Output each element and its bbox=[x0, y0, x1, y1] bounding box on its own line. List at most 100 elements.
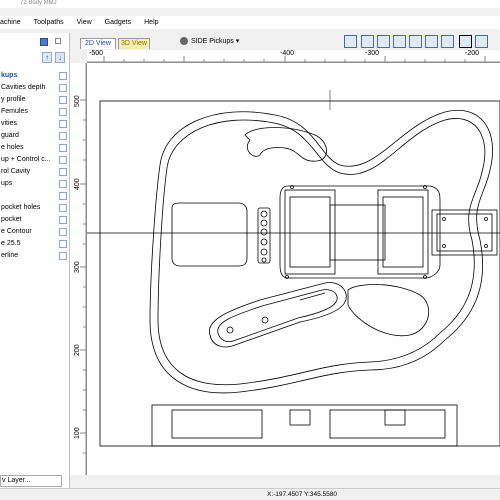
neck-pickup bbox=[289, 196, 331, 268]
layer-label: vities bbox=[1, 120, 17, 127]
layer-visibility-checkbox[interactable] bbox=[59, 132, 67, 140]
knob-holes bbox=[257, 207, 271, 264]
neck-pickup-cavity bbox=[284, 189, 336, 275]
zoom-fit-icon[interactable] bbox=[441, 35, 454, 48]
bridge-pickup bbox=[382, 196, 424, 268]
layer-item[interactable]: pocket holes bbox=[0, 202, 70, 214]
layer-label: guard bbox=[1, 132, 19, 139]
layer-visibility-checkbox[interactable] bbox=[59, 84, 67, 92]
layer-label: ups bbox=[1, 180, 13, 187]
layer-item[interactable]: y profile bbox=[0, 94, 70, 106]
view-selection-dropdown[interactable]: SIDE Pickups ▾ bbox=[180, 36, 239, 48]
layer-item[interactable]: erline bbox=[0, 250, 70, 262]
layer-item[interactable]: Cavities depth bbox=[0, 82, 70, 94]
layer-visibility-checkbox[interactable] bbox=[59, 204, 67, 212]
layer-visibility-checkbox[interactable] bbox=[59, 192, 67, 200]
layer-item[interactable]: kups bbox=[0, 70, 70, 82]
layer-visibility-checkbox[interactable] bbox=[59, 156, 67, 164]
layer-visibility-checkbox[interactable] bbox=[59, 180, 67, 188]
switch-slot bbox=[299, 292, 326, 301]
layer-visibility-checkbox[interactable] bbox=[59, 144, 67, 152]
layer-visibility-checkbox[interactable] bbox=[59, 228, 67, 236]
layer-label: rol Cavity bbox=[1, 168, 31, 175]
layer-label: e holes bbox=[1, 144, 24, 151]
layer-label: Cavities depth bbox=[1, 84, 46, 91]
layer-item[interactable]: guard bbox=[0, 130, 70, 142]
ruler-left: 500 400 300 200 100 bbox=[70, 63, 87, 475]
layer-visibility-checkbox[interactable] bbox=[59, 72, 67, 80]
layer-label: pocket holes bbox=[1, 204, 41, 211]
zoom-in-icon[interactable] bbox=[361, 35, 374, 48]
node-edit-icon[interactable] bbox=[475, 35, 488, 48]
layer-label: e Contour bbox=[1, 228, 32, 235]
ruler-top-label: -400 bbox=[280, 50, 295, 57]
move-layer-down-button[interactable]: ↓ bbox=[55, 52, 65, 63]
layer-label: e 25.5 bbox=[1, 240, 21, 247]
layers-panel-header: ↑ ↓ bbox=[0, 33, 69, 63]
status-bar: X:-197.4507 Y:345.5580 bbox=[0, 488, 500, 500]
layer-item[interactable]: rol Cavity bbox=[0, 166, 70, 178]
view-selection-label: SIDE Pickups bbox=[191, 38, 234, 45]
pin-icon[interactable] bbox=[40, 38, 48, 46]
layer-visibility-checkbox[interactable] bbox=[59, 108, 67, 116]
layer-item[interactable] bbox=[0, 190, 70, 202]
pickup-route bbox=[279, 185, 441, 279]
zoom-selection-icon[interactable] bbox=[425, 35, 438, 48]
zoom-out-icon[interactable] bbox=[377, 35, 390, 48]
layer-visibility-checkbox[interactable] bbox=[59, 240, 67, 248]
pan-icon[interactable] bbox=[393, 35, 406, 48]
layer-item[interactable]: vities bbox=[0, 118, 70, 130]
side-profile bbox=[151, 404, 458, 447]
guitar-body-drawing[interactable] bbox=[87, 63, 500, 475]
tab-2d-view[interactable]: 2D View bbox=[80, 38, 116, 49]
cursor-coordinates: X:-197.4507 Y:345.5580 bbox=[267, 491, 337, 498]
layer-item[interactable]: Femules bbox=[0, 106, 70, 118]
menu-help[interactable]: Help bbox=[138, 19, 165, 26]
layer-visibility-checkbox[interactable] bbox=[59, 96, 67, 104]
ruler-left-label: 500 bbox=[74, 95, 81, 107]
layers-list: kups Cavities depth y profile Femules vi… bbox=[0, 70, 70, 262]
ruler-top-label: -500 bbox=[89, 50, 104, 57]
menu-toolpaths[interactable]: Toolpaths bbox=[28, 19, 71, 26]
layer-item[interactable]: e 25.5 bbox=[0, 238, 70, 250]
body-outline bbox=[149, 110, 493, 394]
layer-label: pocket bbox=[1, 216, 22, 223]
layer-visibility-checkbox[interactable] bbox=[59, 120, 67, 128]
close-panel-icon[interactable] bbox=[55, 38, 61, 44]
select-mode-icon[interactable] bbox=[459, 35, 472, 48]
layer-item[interactable]: ups bbox=[0, 178, 70, 190]
tab-3d-view[interactable]: 3D View bbox=[118, 38, 150, 49]
control-knob-hole bbox=[226, 326, 234, 334]
layer-label: up + Control c... bbox=[1, 156, 51, 163]
lower-cavity bbox=[347, 284, 429, 337]
menu-machine[interactable]: achine bbox=[0, 19, 28, 26]
layer-item[interactable]: pocket bbox=[0, 214, 70, 226]
zoom-extents-icon[interactable] bbox=[409, 35, 422, 48]
layer-item[interactable]: up + Control c... bbox=[0, 154, 70, 166]
layer-visibility-checkbox[interactable] bbox=[59, 216, 67, 224]
drawing-canvas[interactable] bbox=[87, 63, 500, 475]
middle-rout bbox=[329, 204, 386, 261]
control-plate bbox=[209, 282, 347, 348]
menu-gadgets[interactable]: Gadgets bbox=[99, 19, 138, 26]
ruler-left-label: 200 bbox=[74, 344, 81, 356]
window-title: 72 Body MMJ bbox=[0, 0, 500, 8]
view-toolbar: 2D View 3D View SIDE Pickups ▾ bbox=[70, 33, 500, 50]
f-hole bbox=[244, 127, 327, 162]
layer-item[interactable]: e holes bbox=[0, 142, 70, 154]
move-layer-up-button[interactable]: ↑ bbox=[42, 52, 52, 63]
control-cavity bbox=[171, 202, 248, 267]
layer-label: kups bbox=[1, 72, 18, 79]
ruler-left-ticks: 500 400 300 200 100 bbox=[74, 63, 87, 475]
layer-visibility-checkbox[interactable] bbox=[59, 252, 67, 260]
layers-panel: ↑ ↓ kups Cavities depth y profile Femule… bbox=[0, 33, 70, 490]
control-knob-hole bbox=[261, 316, 269, 324]
ruler-top: -500 -400 -300 -200 bbox=[87, 50, 500, 63]
material-boundary bbox=[99, 100, 500, 447]
layer-item[interactable]: e Contour bbox=[0, 226, 70, 238]
ruler-left-label: 100 bbox=[74, 427, 81, 439]
zoom-box-icon[interactable] bbox=[344, 35, 357, 48]
layer-visibility-checkbox[interactable] bbox=[59, 168, 67, 176]
add-layer-field[interactable]: v Layer... bbox=[0, 475, 62, 487]
menu-view[interactable]: View bbox=[71, 19, 99, 26]
